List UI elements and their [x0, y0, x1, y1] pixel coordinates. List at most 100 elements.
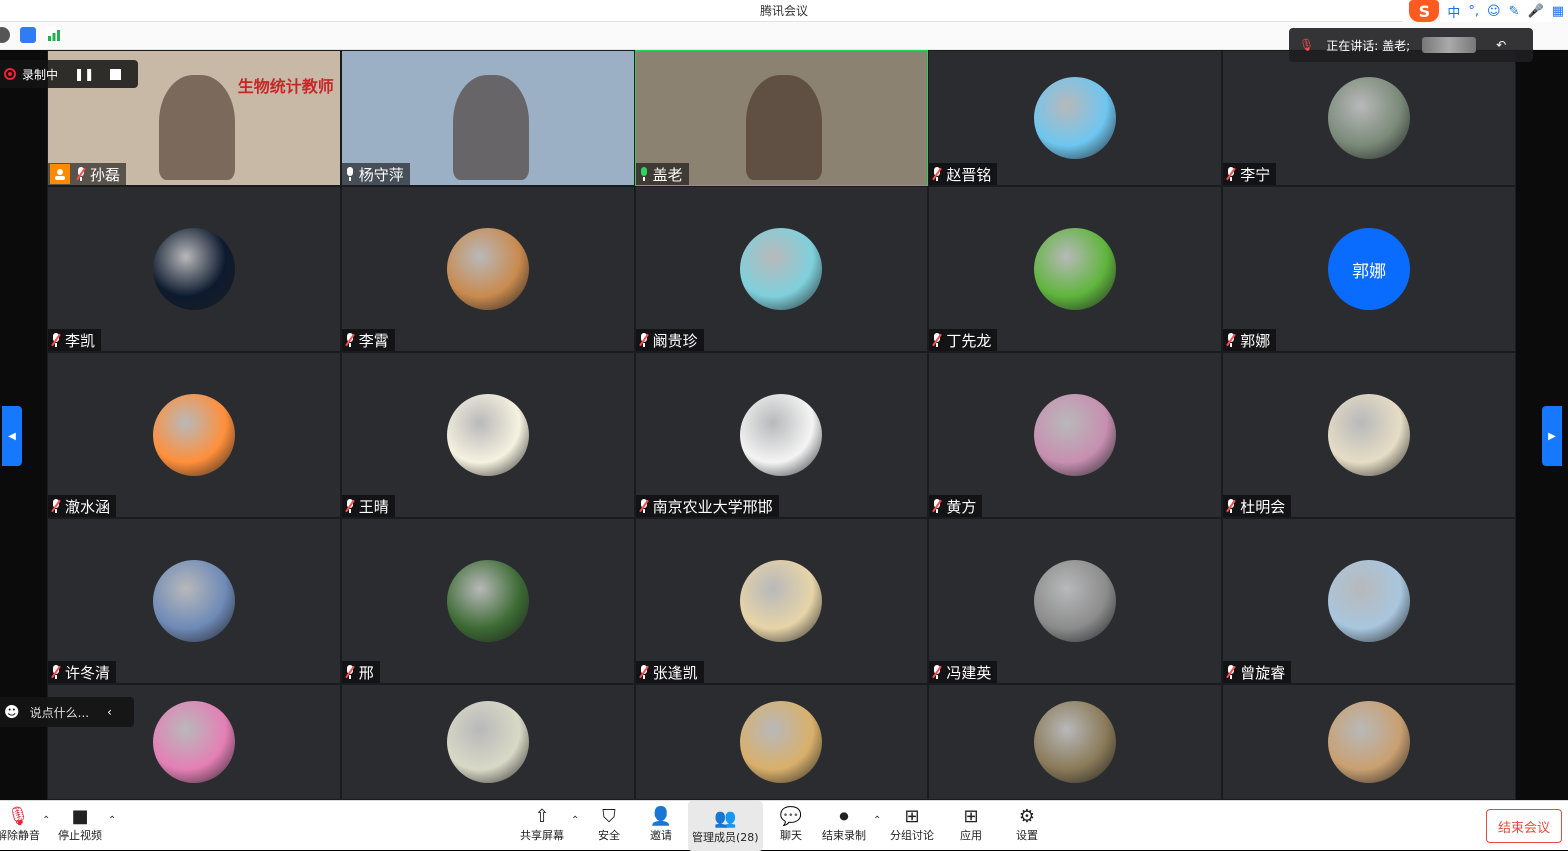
- avatar: [1034, 701, 1117, 783]
- participant-tile[interactable]: 郭娜 郭娜: [1222, 186, 1516, 352]
- participant-tile[interactable]: 丁先龙: [928, 186, 1223, 352]
- unmute-label: 解除静音: [0, 829, 40, 842]
- manage-members-button[interactable]: 👥 管理成员(28): [688, 801, 763, 851]
- shield-icon[interactable]: [20, 27, 36, 43]
- participant-tile[interactable]: [1222, 684, 1516, 800]
- avatar: [740, 701, 823, 783]
- chevron-left-icon[interactable]: ‹: [107, 705, 112, 719]
- participant-name: 许冬清: [65, 663, 111, 682]
- mic-icon: [638, 167, 650, 181]
- participant-nametag: 王晴: [341, 495, 395, 517]
- audio-options-caret[interactable]: ⌃: [42, 815, 50, 826]
- grid-icon[interactable]: ▦: [1552, 4, 1564, 19]
- participant-tile[interactable]: 李霄: [340, 186, 635, 352]
- record-icon: [4, 68, 16, 80]
- security-button[interactable]: ⛉ 安全: [596, 805, 622, 843]
- signal-icon[interactable]: [46, 27, 62, 43]
- participant-name: 杜明会: [1240, 497, 1286, 516]
- chat-button[interactable]: 💬 聊天: [778, 805, 804, 843]
- participant-tile[interactable]: 盖老: [634, 50, 929, 186]
- emoji-icon[interactable]: ☺: [1487, 4, 1501, 19]
- participant-tile[interactable]: 曾旋睿: [1222, 518, 1516, 684]
- avatar: [1034, 228, 1117, 310]
- apps-button[interactable]: ⊞ 应用: [958, 805, 984, 843]
- participant-tile[interactable]: 张逢凯: [634, 518, 929, 684]
- avatar: [1328, 560, 1411, 642]
- quick-chat-box[interactable]: ☻ 说点什么... ‹: [0, 697, 134, 727]
- invite-button[interactable]: 👤 邀请: [648, 805, 674, 843]
- shield-icon: ⛉: [602, 805, 616, 827]
- collapse-icon[interactable]: ↶: [1496, 38, 1506, 52]
- participant-nametag: 南京农业大学邢邯: [635, 495, 779, 517]
- breakout-label: 分组讨论: [890, 829, 934, 842]
- mic-muted-icon: 🎙: [6, 805, 30, 827]
- participant-tile[interactable]: 杜明会: [1222, 352, 1516, 518]
- participant-name: 阚贵珍: [652, 331, 698, 350]
- avatar: [152, 701, 235, 783]
- breakout-button[interactable]: ⊞ 分组讨论: [890, 805, 934, 843]
- participant-tile[interactable]: [634, 684, 929, 800]
- apps-icon: ⊞: [963, 805, 979, 827]
- avatar: [1328, 394, 1411, 476]
- stop-record-icon[interactable]: [110, 68, 122, 80]
- participant-name: 盖老: [652, 165, 683, 184]
- mic-muted-icon: [1225, 665, 1237, 679]
- participant-tile[interactable]: 王晴: [340, 352, 635, 518]
- participant-name: 曾旋睿: [1240, 663, 1286, 682]
- mic-muted-icon: [931, 167, 943, 181]
- participant-tile[interactable]: 李凯: [47, 186, 341, 352]
- participant-tile[interactable]: [340, 684, 635, 800]
- participant-nametag: 杨守萍: [341, 163, 410, 185]
- participant-tile[interactable]: 邢: [340, 518, 635, 684]
- participant-tile[interactable]: 赵晋铭: [928, 50, 1223, 186]
- participant-nametag: 李宁: [1223, 163, 1277, 185]
- participant-name: 孙磊: [90, 165, 121, 184]
- stop-video-label: 停止视频: [58, 829, 102, 842]
- participant-tile[interactable]: 阚贵珍: [634, 186, 929, 352]
- participant-tile[interactable]: 杨守萍: [340, 50, 635, 186]
- prev-page-button[interactable]: ◀: [2, 406, 22, 466]
- record-options-caret[interactable]: ⌃: [873, 815, 881, 826]
- participant-name: 李宁: [1240, 165, 1271, 184]
- ime-punct-label[interactable]: °,: [1468, 4, 1479, 19]
- emoji-icon[interactable]: ☻: [4, 703, 20, 721]
- ime-toolbar[interactable]: S 中 °, ☺ ✎ 🎤 ▦: [1403, 0, 1568, 22]
- share-options-caret[interactable]: ⌃: [571, 815, 579, 826]
- video-feed: [746, 75, 823, 180]
- share-screen-button[interactable]: ⇧ 共享屏幕: [520, 805, 564, 843]
- settings-button[interactable]: ⚙ 设置: [1014, 805, 1040, 843]
- skin-icon[interactable]: ✎: [1509, 4, 1520, 19]
- participant-tile[interactable]: [928, 684, 1223, 800]
- video-options-caret[interactable]: ⌃: [108, 815, 116, 826]
- next-page-button[interactable]: ▶: [1542, 406, 1562, 466]
- apps-label: 应用: [960, 829, 982, 842]
- mic-muted-icon: [931, 665, 943, 679]
- participant-tile[interactable]: 李宁: [1222, 50, 1516, 186]
- ime-mode-label[interactable]: 中: [1447, 2, 1460, 21]
- avatar: [1034, 560, 1117, 642]
- title-bar: 腾讯会议 S 中 °, ☺ ✎ 🎤 ▦: [0, 0, 1568, 22]
- participant-name: 李霄: [358, 331, 389, 350]
- pause-record-icon[interactable]: ❚❚: [74, 67, 94, 81]
- participant-nametag: 丁先龙: [929, 329, 998, 351]
- chat-input[interactable]: 说点什么...: [30, 704, 89, 721]
- security-label: 安全: [598, 829, 620, 842]
- participant-tile[interactable]: 澈水涵: [47, 352, 341, 518]
- participant-name: 丁先龙: [946, 331, 992, 350]
- host-icon: [50, 164, 70, 184]
- end-meeting-button[interactable]: 结束会议: [1486, 809, 1562, 843]
- participant-nametag: 盖老: [635, 163, 689, 185]
- stop-video-button[interactable]: ■ 停止视频: [58, 805, 102, 843]
- voice-icon[interactable]: 🎤: [1528, 4, 1544, 19]
- info-icon[interactable]: [0, 27, 10, 43]
- sogou-logo-icon[interactable]: S: [1409, 0, 1440, 22]
- mic-muted-icon: [50, 333, 62, 347]
- unmute-button[interactable]: 🎙 解除静音: [0, 805, 40, 843]
- participant-tile[interactable]: 南京农业大学邢邯: [634, 352, 929, 518]
- end-recording-button[interactable]: ⏺ 结束录制: [822, 805, 866, 843]
- participant-name: 赵晋铭: [946, 165, 992, 184]
- participant-name: 王晴: [358, 497, 389, 516]
- participant-tile[interactable]: 黄方: [928, 352, 1223, 518]
- participant-tile[interactable]: 冯建英: [928, 518, 1223, 684]
- participant-tile[interactable]: 许冬清: [47, 518, 341, 684]
